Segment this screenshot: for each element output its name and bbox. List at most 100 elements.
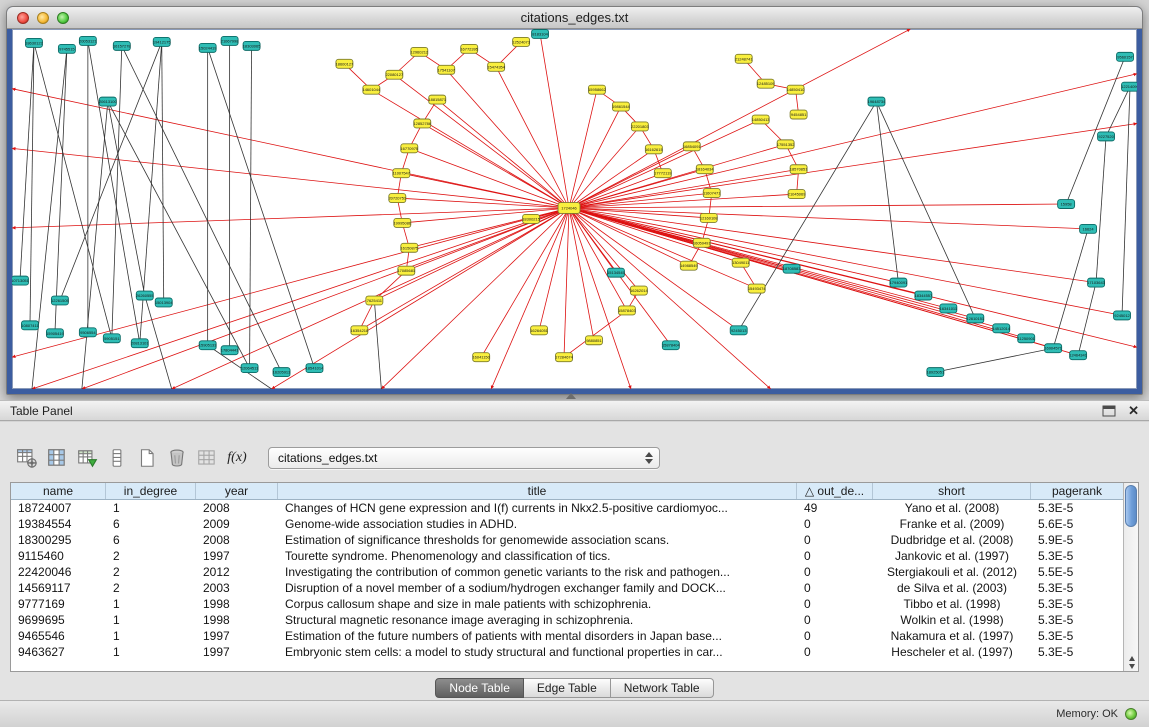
graph-node[interactable]: 12261505: [51, 296, 69, 305]
table-settings-button[interactable]: [12, 445, 42, 471]
graph-node[interactable]: 17940091: [890, 278, 908, 287]
table-row[interactable]: 969969511998Structural magnetic resonanc…: [11, 612, 1123, 628]
graph-node[interactable]: 12852786: [413, 119, 431, 128]
graph-node[interactable]: 14988549: [680, 261, 698, 270]
graph-node[interactable]: 16772395: [460, 44, 478, 53]
graph-node[interactable]: 19412175: [153, 37, 171, 46]
graph-node[interactable]: 16341011: [940, 304, 958, 313]
graph-node[interactable]: 11607471: [703, 189, 721, 198]
close-panel-icon[interactable]: ✕: [1128, 403, 1139, 419]
graph-node[interactable]: 16770975: [400, 144, 418, 153]
graph-node[interactable]: 11007547: [393, 169, 410, 178]
table-vertical-scrollbar[interactable]: [1123, 483, 1138, 671]
delete-rows-button[interactable]: [162, 445, 192, 471]
graph-node[interactable]: 17551352: [777, 140, 795, 149]
table-columns-button[interactable]: [42, 445, 72, 471]
graph-node[interactable]: 9245012: [1114, 311, 1131, 320]
table-row[interactable]: 1830029562008Estimation of significance …: [11, 532, 1123, 548]
graph-node[interactable]: 12464341: [1069, 351, 1087, 360]
graph-node[interactable]: 15958662: [588, 85, 606, 94]
graph-node[interactable]: 10713051: [12, 276, 30, 285]
graph-node[interactable]: 16354218: [351, 326, 369, 335]
tab-network-table[interactable]: Network Table: [611, 678, 714, 698]
column-header[interactable]: name: [11, 483, 106, 499]
graph-node[interactable]: 16150875: [400, 243, 418, 252]
graph-node[interactable]: 8183104: [532, 29, 549, 38]
graph-node[interactable]: 17772119: [654, 169, 672, 178]
column-header[interactable]: △ out_de...: [797, 483, 873, 499]
tab-edge-table[interactable]: Edge Table: [524, 678, 611, 698]
table-row[interactable]: 911546021997Tourette syndrome. Phenomeno…: [11, 548, 1123, 564]
new-table-button[interactable]: [132, 445, 162, 471]
scrollbar-arrows[interactable]: [1124, 656, 1139, 669]
table-disabled-button[interactable]: [192, 445, 222, 471]
table-row[interactable]: 1456911722003Disruption of a novel membe…: [11, 580, 1123, 596]
graph-node[interactable]: 21067998: [221, 36, 239, 45]
graph-node[interactable]: 7625411: [366, 296, 383, 305]
graph-node[interactable]: 16264051: [530, 326, 548, 335]
graph-node[interactable]: 18708583: [783, 264, 801, 273]
graph-node[interactable]: 18630122: [25, 38, 43, 47]
graph-node[interactable]: 9227520: [1098, 132, 1115, 141]
table-row[interactable]: 946554611997Estimation of the future num…: [11, 628, 1123, 644]
graph-node[interactable]: 17085681: [397, 266, 415, 275]
network-table-select[interactable]: citations_edges.txt: [268, 447, 660, 469]
graph-node[interactable]: 26260555: [136, 291, 154, 300]
graph-node[interactable]: 16041150: [472, 353, 490, 362]
graph-node[interactable]: 1724046: [558, 203, 580, 214]
graph-node[interactable]: 9560157: [1117, 52, 1134, 61]
graph-node[interactable]: 14512014: [992, 324, 1010, 333]
table-import-button[interactable]: [72, 445, 102, 471]
graph-node[interactable]: 18815871: [428, 95, 446, 104]
graph-node[interactable]: 15134545: [607, 268, 625, 277]
graph-node[interactable]: 15013904: [155, 298, 173, 307]
graph-node[interactable]: 20720751: [388, 194, 406, 203]
graph-node[interactable]: 16162615: [645, 145, 663, 154]
graph-node[interactable]: 21045069: [788, 190, 806, 199]
network-canvas-svg[interactable]: 1724046 18815871 12852786 16770975 11007547 2…: [12, 29, 1137, 389]
graph-node[interactable]: 16624: [1080, 224, 1097, 233]
network-view-canvas[interactable]: 1724046 18815871 12852786 16770975 11007547 2…: [12, 29, 1137, 389]
graph-node[interactable]: 10807411: [21, 321, 39, 330]
zoom-window-button[interactable]: [57, 12, 69, 24]
graph-node[interactable]: 14850410: [787, 85, 805, 94]
graph-node[interactable]: 19648734: [868, 97, 886, 106]
graph-node[interactable]: 5905151: [103, 334, 120, 343]
graph-node[interactable]: 18541014: [306, 364, 324, 373]
graph-node[interactable]: 17103643: [1087, 278, 1105, 287]
graph-node[interactable]: 22201803: [631, 122, 649, 131]
graph-node[interactable]: 16059491: [693, 238, 711, 247]
graph-node[interactable]: 16854091: [683, 142, 701, 151]
graph-node[interactable]: 22080127: [385, 70, 403, 79]
column-header[interactable]: pagerank: [1031, 483, 1123, 499]
graph-node[interactable]: 18344557: [915, 291, 933, 300]
table-row[interactable]: 946362711997Embryonic stem cells: a mode…: [11, 644, 1123, 660]
graph-node[interactable]: 16157278: [113, 41, 131, 50]
scroll-up-icon[interactable]: [1129, 656, 1135, 661]
graph-node[interactable]: 15474354: [487, 62, 505, 71]
graph-node[interactable]: 14601044: [363, 85, 381, 94]
graph-node[interactable]: 17804441: [221, 346, 239, 355]
graph-node[interactable]: 15024419: [199, 43, 217, 52]
graph-node[interactable]: 18600127: [336, 59, 354, 68]
graph-node[interactable]: 18300215: [522, 214, 540, 223]
graph-node[interactable]: 9745515: [58, 44, 75, 53]
table-row[interactable]: 977716911998Corpus callosum shape and si…: [11, 596, 1123, 612]
window-titlebar[interactable]: citations_edges.txt: [7, 7, 1142, 29]
scrollbar-thumb[interactable]: [1125, 485, 1137, 527]
graph-node[interactable]: 18303065: [243, 41, 261, 50]
graph-node[interactable]: 9506554: [79, 328, 96, 337]
graph-node[interactable]: 20813101: [131, 339, 149, 348]
graph-node[interactable]: 14850413: [752, 115, 770, 124]
graph-node[interactable]: 9454851: [790, 110, 807, 119]
graph-node[interactable]: 20053121: [79, 36, 97, 45]
graph-node[interactable]: 12610151: [966, 314, 984, 323]
graph-node[interactable]: 18570851: [790, 165, 808, 174]
graph-node[interactable]: 9245013: [730, 326, 747, 335]
table-rows-button[interactable]: [102, 445, 132, 471]
graph-node[interactable]: 15905419: [46, 329, 64, 338]
graph-node[interactable]: 15958: [1058, 200, 1075, 209]
graph-node[interactable]: 12960212: [410, 47, 428, 56]
table-row[interactable]: 2242004622012Investigating the contribut…: [11, 564, 1123, 580]
graph-node[interactable]: 9880851: [585, 336, 602, 345]
